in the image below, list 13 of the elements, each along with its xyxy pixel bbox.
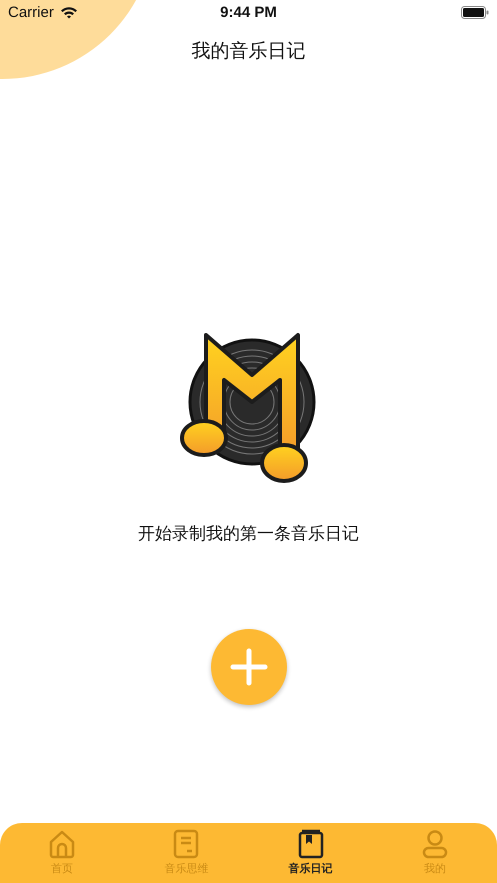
status-time: 9:44 PM: [220, 4, 277, 20]
page-title: 我的音乐日记: [192, 39, 306, 64]
home-icon: [48, 829, 76, 859]
person-icon: [420, 829, 449, 859]
book-icon: [298, 829, 324, 859]
wifi-icon: [60, 6, 78, 18]
carrier-label: Carrier: [8, 4, 54, 20]
battery-icon: [460, 6, 489, 18]
plus-icon: [230, 648, 268, 686]
tab-item[interactable]: 音乐日记: [248, 823, 373, 883]
document-icon: [173, 829, 200, 859]
empty-state-message: 开始录制我的第一条音乐日记: [138, 523, 359, 545]
add-button[interactable]: [210, 629, 286, 705]
